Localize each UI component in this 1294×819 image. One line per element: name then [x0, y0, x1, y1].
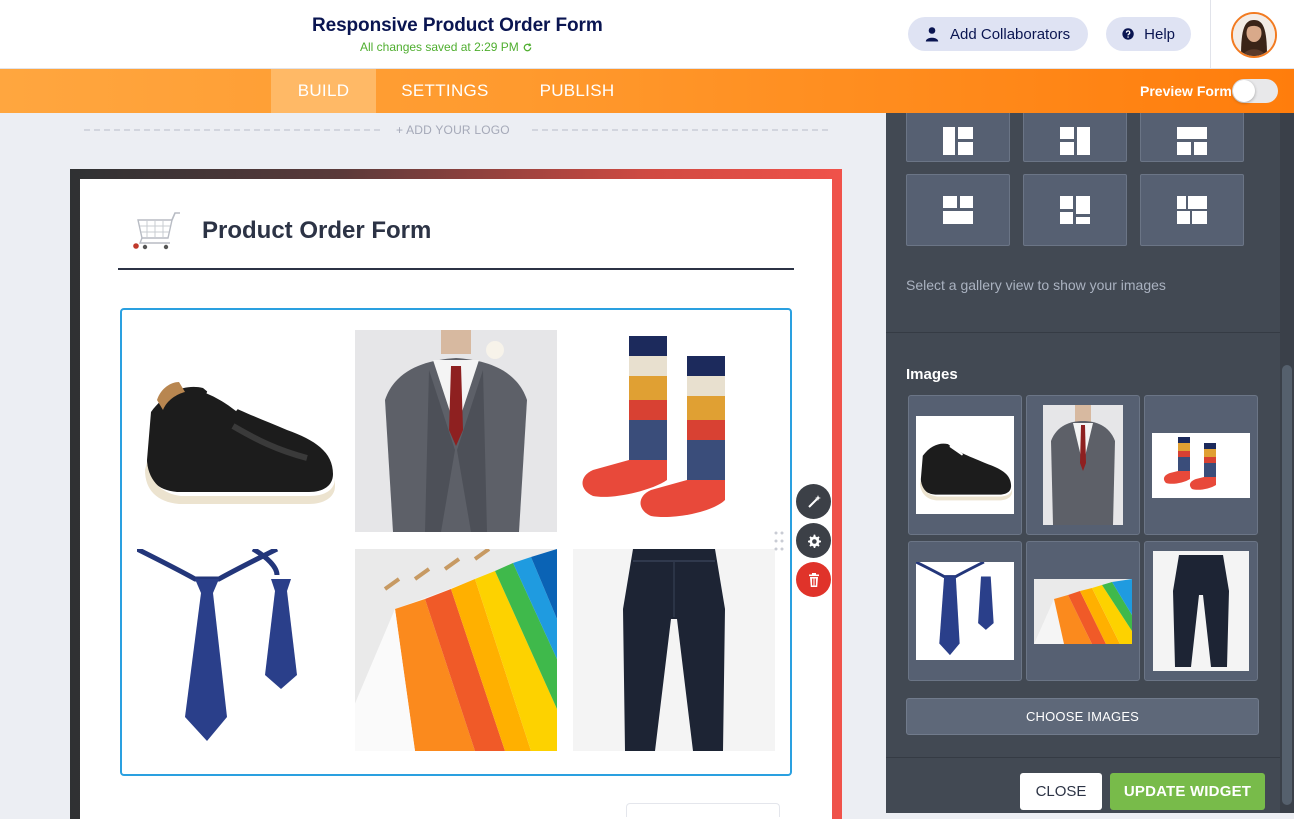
save-status-text: All changes saved at 2:29 PM — [360, 40, 519, 54]
layout-grid-icon — [943, 127, 973, 155]
save-status: All changes saved at 2:29 PM — [360, 40, 533, 54]
image-thumb-suit[interactable] — [1026, 395, 1140, 535]
suit-thumb-icon — [1043, 405, 1123, 525]
logo-divider-right — [532, 129, 828, 131]
form-heading[interactable]: Product Order Form — [202, 217, 431, 245]
panel-scrollbar-thumb[interactable] — [1282, 365, 1292, 805]
add-collaborators-label: Add Collaborators — [950, 25, 1071, 43]
layout-grid-icon — [1177, 196, 1207, 224]
gallery-layout-option-6[interactable] — [1140, 174, 1244, 246]
settings-gear-button[interactable] — [796, 523, 831, 558]
refresh-icon — [523, 42, 532, 51]
next-field-stub — [626, 803, 780, 817]
preview-form-label-overlay: Preview Form — [1140, 83, 1232, 99]
help-icon — [1122, 28, 1134, 40]
socks-thumb-icon — [1152, 432, 1250, 498]
gallery-image-sneaker[interactable] — [137, 330, 339, 532]
update-widget-button[interactable]: UPDATE WIDGET — [1110, 773, 1265, 810]
gallery-image-suit[interactable] — [355, 330, 557, 532]
close-button[interactable]: CLOSE — [1020, 773, 1102, 810]
toggle-knob-overlay — [1233, 80, 1255, 102]
heading-divider — [118, 268, 794, 270]
shirts-thumb-icon — [1034, 578, 1132, 644]
header-divider — [1210, 0, 1211, 69]
layout-grid-icon — [1060, 127, 1090, 155]
drag-handle[interactable] — [774, 531, 784, 551]
form-title[interactable]: Responsive Product Order Form — [312, 15, 603, 37]
tab-settings-overlay[interactable]: SETTINGS — [376, 69, 514, 113]
choose-images-button[interactable]: CHOOSE IMAGES — [906, 698, 1259, 735]
sneaker-thumb-icon — [916, 416, 1014, 514]
layout-grid-icon — [1060, 196, 1090, 224]
delete-button[interactable] — [796, 562, 831, 597]
image-thumb-sneaker[interactable] — [908, 395, 1022, 535]
layout-grid-icon — [943, 196, 973, 224]
avatar-portrait-icon — [1233, 14, 1275, 56]
image-thumb-ties[interactable] — [908, 541, 1022, 681]
shopping-cart-icon — [133, 212, 180, 250]
gallery-image-shirts[interactable] — [355, 549, 557, 751]
tab-publish-overlay[interactable]: PUBLISH — [514, 69, 640, 113]
gallery-image-socks[interactable] — [573, 330, 775, 532]
user-avatar[interactable] — [1231, 12, 1277, 58]
tab-build-overlay[interactable]: BUILD — [271, 69, 376, 113]
gallery-view-hint: Select a gallery view to show your image… — [906, 277, 1166, 293]
gallery-layout-option-5[interactable] — [1023, 174, 1127, 246]
layout-grid-icon — [1177, 127, 1207, 155]
image-thumb-jeans[interactable] — [1144, 541, 1258, 681]
image-thumb-shirts[interactable] — [1026, 541, 1140, 681]
properties-wand-button[interactable] — [796, 484, 831, 519]
panel-divider — [886, 332, 1280, 333]
add-collaborators-button[interactable]: Add Collaborators — [908, 17, 1088, 51]
gallery-layout-option-4[interactable] — [906, 174, 1010, 246]
preview-form-toggle-overlay[interactable] — [1232, 79, 1278, 103]
image-thumb-socks[interactable] — [1144, 395, 1258, 535]
gallery-image-ties[interactable] — [137, 549, 339, 751]
help-label: Help — [1144, 25, 1175, 43]
user-icon — [925, 27, 939, 42]
logo-divider-left — [84, 129, 380, 131]
images-section-label: Images — [906, 366, 958, 383]
magic-wand-icon — [807, 494, 821, 508]
top-header: Responsive Product Order Form All change… — [0, 0, 1294, 69]
panel-footer-divider — [886, 757, 1280, 758]
trash-icon — [808, 572, 819, 587]
help-button[interactable]: Help — [1106, 17, 1191, 51]
jeans-thumb-icon — [1153, 551, 1249, 671]
builder-nav-overlay: BUILD SETTINGS PUBLISH Preview Form — [0, 69, 1294, 113]
ties-thumb-icon — [916, 562, 1014, 660]
gallery-image-jeans[interactable] — [573, 549, 775, 751]
add-logo-link[interactable]: + ADD YOUR LOGO — [396, 123, 510, 137]
gear-icon — [807, 534, 821, 548]
